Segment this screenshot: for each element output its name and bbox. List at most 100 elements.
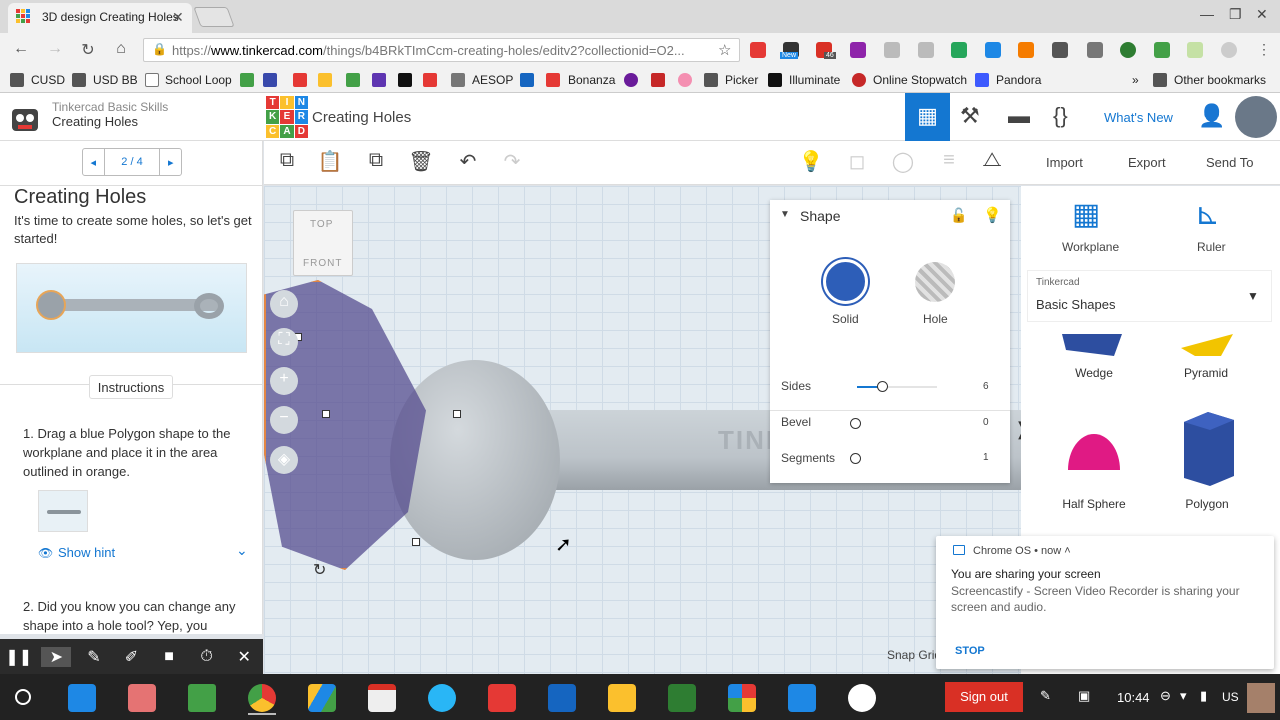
ruler-tool-label[interactable]: Ruler <box>1197 240 1226 254</box>
codeblocks-icon[interactable]: {} <box>1053 103 1068 129</box>
resize-handle[interactable] <box>453 410 461 418</box>
rotate-icon[interactable]: ↻ <box>313 560 326 580</box>
add-user-icon[interactable]: 👤 <box>1198 103 1225 129</box>
sign-out-button[interactable]: Sign out <box>945 682 1023 712</box>
show-hint-link[interactable]: Show hint <box>58 545 115 560</box>
classroom-icon[interactable] <box>668 684 696 712</box>
hole-swatch[interactable] <box>915 262 955 302</box>
workplane-icon[interactable]: ▦ <box>1072 197 1100 232</box>
bookmark-icon[interactable] <box>624 73 638 87</box>
bookmark-usd-bb[interactable]: USD BB <box>93 73 138 87</box>
view-cube-top[interactable]: TOP <box>310 219 333 230</box>
cast-icon[interactable] <box>1087 42 1103 58</box>
step-thumbnail[interactable] <box>38 490 88 532</box>
zoom-in-icon[interactable]: + <box>270 367 298 395</box>
next-step-button[interactable]: ▸ <box>159 149 181 175</box>
reload-icon[interactable]: ↻ <box>78 40 98 60</box>
lock-icon[interactable]: 🔒 <box>152 42 167 56</box>
redo-icon[interactable]: ↷ <box>498 149 526 177</box>
polygon-shape-icon[interactable] <box>1178 410 1238 488</box>
tab-instructions[interactable]: Instructions <box>89 375 173 399</box>
launcher-icon[interactable] <box>15 689 31 705</box>
drive-icon[interactable] <box>240 73 254 87</box>
delete-icon[interactable]: 🗑 <box>407 149 435 177</box>
bevel-slider-knob[interactable] <box>850 418 861 429</box>
photos-icon[interactable] <box>728 684 756 712</box>
youtube-icon[interactable] <box>546 73 560 87</box>
bookmark-icon[interactable] <box>346 73 360 87</box>
bookmark-icon[interactable] <box>398 73 412 87</box>
pyramid-shape-icon[interactable] <box>1175 332 1239 358</box>
bookmark-picker[interactable]: Picker <box>725 73 758 87</box>
chrome-icon[interactable] <box>248 684 276 712</box>
tab-close-icon[interactable]: ✕ <box>172 9 184 26</box>
mirror-icon[interactable]: ⧍ <box>978 149 1006 177</box>
ruler-icon[interactable]: ⊾ <box>1195 197 1220 232</box>
resize-handle[interactable] <box>412 538 420 546</box>
bookmark-icon[interactable] <box>263 73 277 87</box>
battery-icon[interactable]: ▮ <box>1200 688 1207 704</box>
camera-icon[interactable] <box>428 684 456 712</box>
play-store-icon[interactable] <box>188 684 216 712</box>
app-icon[interactable] <box>548 684 576 712</box>
clock-app-icon[interactable] <box>848 684 876 712</box>
pickaxe-icon[interactable]: ⚒ <box>960 103 980 129</box>
3d-view-grid-icon[interactable]: ▦ <box>905 93 950 141</box>
address-bar[interactable]: https://www.tinkercad.com/things/b4BRkTI… <box>143 38 740 62</box>
view-cube-front[interactable]: FRONT <box>303 258 342 269</box>
maximize-icon[interactable]: ❐ <box>1229 6 1242 23</box>
close-icon[interactable]: ✕ <box>229 647 259 667</box>
star-icon[interactable]: ☆ <box>718 41 731 59</box>
close-window-icon[interactable]: ✕ <box>1256 6 1268 23</box>
solid-color-swatch[interactable] <box>823 259 868 304</box>
drive-icon[interactable] <box>308 684 336 712</box>
whats-new-link[interactable]: What's New <box>1104 110 1173 125</box>
previous-step-button[interactable]: ◂ <box>83 149 105 175</box>
lock-icon[interactable]: 🔓 <box>950 207 967 224</box>
group-icon[interactable]: ◻ <box>843 149 871 177</box>
extension-icon[interactable] <box>750 42 766 58</box>
sides-value[interactable]: 6 <box>983 381 989 392</box>
keep-icon[interactable] <box>608 684 636 712</box>
chevron-down-icon[interactable]: ▼ <box>1247 289 1259 303</box>
extension-icon[interactable] <box>850 42 866 58</box>
extension-icon[interactable] <box>1018 42 1034 58</box>
files-app-icon[interactable] <box>68 684 96 712</box>
bookmark-icon[interactable] <box>651 73 665 87</box>
cursor-tool-icon[interactable]: ➤ <box>41 646 72 667</box>
undo-icon[interactable]: ↶ <box>454 149 482 177</box>
avatar[interactable] <box>1247 683 1275 713</box>
minimize-icon[interactable]: — <box>1200 6 1214 22</box>
bookmark-cusd[interactable]: CUSD <box>31 73 65 87</box>
bookmark-icon[interactable] <box>293 73 307 87</box>
bookmarks-overflow-button[interactable]: » <box>1132 73 1139 87</box>
timer-icon[interactable]: ⏱ <box>192 648 222 666</box>
wifi-icon[interactable]: ▾ <box>1180 688 1187 704</box>
paste-icon[interactable]: 📋 <box>316 149 344 177</box>
extension-icon[interactable] <box>1120 42 1136 58</box>
bookmark-icon[interactable] <box>678 73 692 87</box>
stopwatch-icon[interactable] <box>852 73 866 87</box>
do-not-disturb-icon[interactable]: ⊖ <box>1160 688 1171 704</box>
chevron-down-icon[interactable]: ⌄ <box>236 542 248 559</box>
import-button[interactable]: Import <box>1046 155 1083 170</box>
export-button[interactable]: Export <box>1128 155 1166 170</box>
bookmark-icon[interactable] <box>451 73 465 87</box>
bookmark-aesop[interactable]: AESOP <box>472 73 513 87</box>
bookmark-pandora[interactable]: Pandora <box>996 73 1041 87</box>
segments-value[interactable]: 1 <box>983 452 989 463</box>
tinkercad-logo[interactable]: TIN KER CAD <box>266 96 308 138</box>
stylus-icon[interactable]: ✎ <box>1040 688 1051 704</box>
extension-icon[interactable] <box>1154 42 1170 58</box>
forward-icon[interactable]: → <box>45 40 65 60</box>
avatar[interactable] <box>1235 96 1277 138</box>
app-icon[interactable] <box>128 684 156 712</box>
bookmark-icon[interactable] <box>372 73 386 87</box>
bookmark-icon[interactable] <box>768 73 782 87</box>
duplicate-icon[interactable]: ⧉ <box>362 149 390 177</box>
gmail-icon[interactable] <box>368 684 396 712</box>
docs-icon[interactable] <box>788 684 816 712</box>
segments-slider-knob[interactable] <box>850 453 861 464</box>
notes-bulb-icon[interactable]: 💡 <box>797 149 825 177</box>
youtube-icon[interactable] <box>488 684 516 712</box>
